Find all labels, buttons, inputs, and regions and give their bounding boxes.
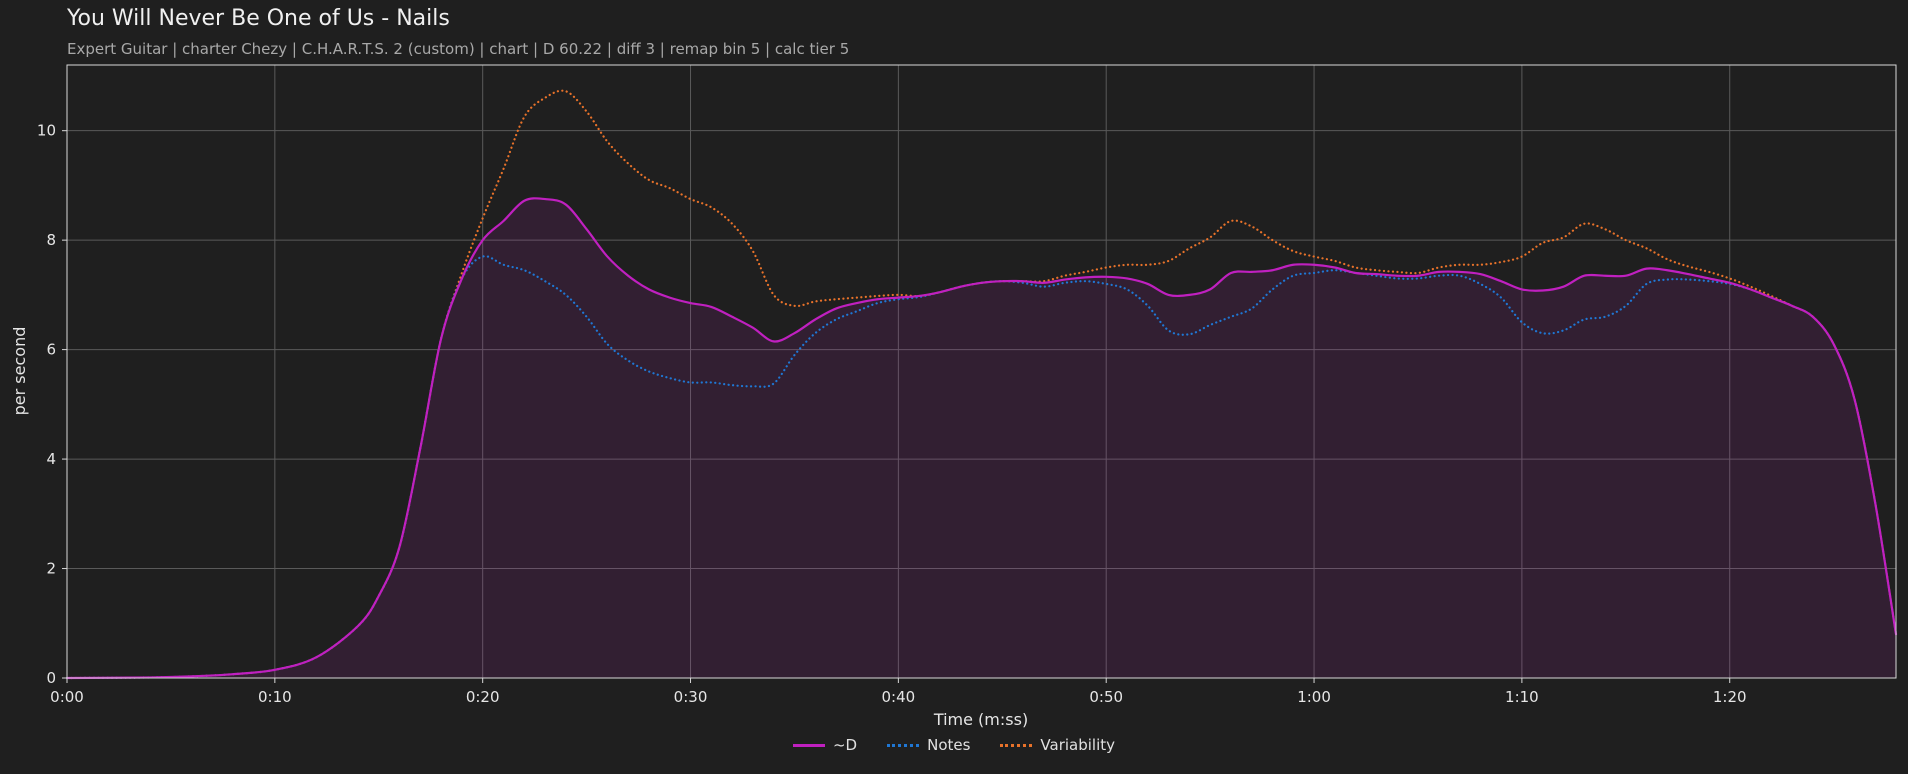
x-tick-label: 0:10 <box>258 688 292 706</box>
legend-label-notes: Notes <box>927 736 971 754</box>
legend-swatch-variability <box>1000 743 1033 747</box>
x-tick-label: 1:10 <box>1505 688 1539 706</box>
y-tick-label: 4 <box>46 450 56 468</box>
y-tick-label: 6 <box>46 341 56 359</box>
x-tick-label: 1:20 <box>1713 688 1747 706</box>
legend-swatch-d <box>792 743 825 747</box>
x-tick-label: 1:00 <box>1297 688 1331 706</box>
x-tick-label: 0:20 <box>466 688 500 706</box>
x-axis-label: Time (m:ss) <box>933 710 1028 729</box>
chart-area: 0:00 0:10 0:20 0:30 0:40 0:50 1:00 1:10 1:20 0 2 4 6… <box>10 64 1898 729</box>
x-tick-label: 0:50 <box>1089 688 1123 706</box>
x-tick-label: 0:30 <box>674 688 708 706</box>
legend-label-d: ~D <box>832 736 858 754</box>
x-tick-label: 0:00 <box>50 688 84 706</box>
legend-item-variability: Variability <box>1000 736 1115 754</box>
y-axis-label: per second <box>10 327 29 416</box>
legend-swatch-notes <box>887 743 920 747</box>
x-tick-label: 0:40 <box>882 688 916 706</box>
y-tick-label: 10 <box>37 122 56 140</box>
legend-item-d: ~D <box>792 736 858 754</box>
y-tick-label: 0 <box>46 669 56 687</box>
legend: ~D Notes Variability <box>0 736 1908 754</box>
legend-item-notes: Notes <box>887 736 970 754</box>
legend-label-variability: Variability <box>1040 736 1116 754</box>
y-tick-label: 2 <box>46 560 56 578</box>
y-tick-label: 8 <box>46 231 56 249</box>
